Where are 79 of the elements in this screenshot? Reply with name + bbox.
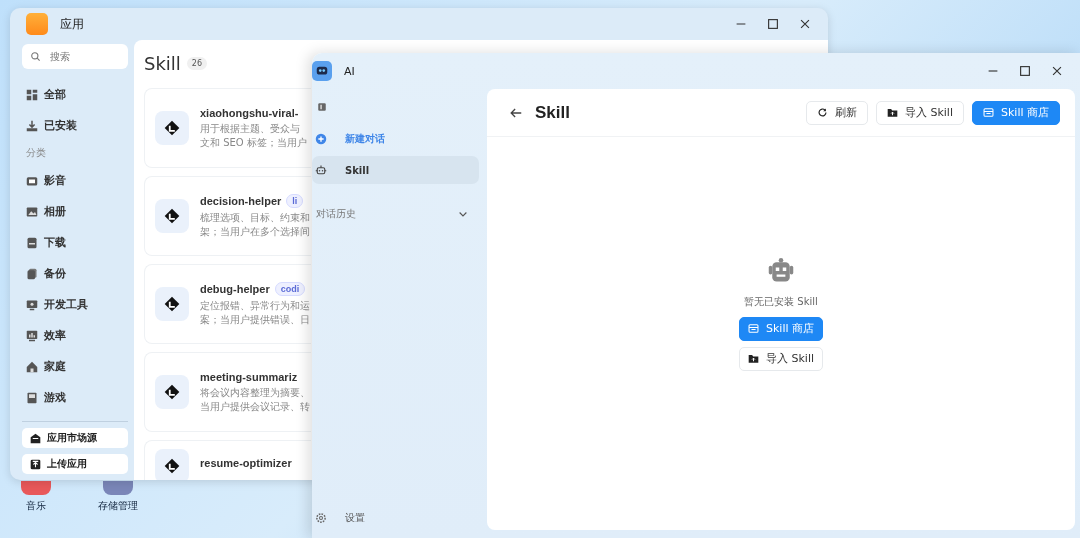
page-title: Skill xyxy=(144,52,181,74)
folder-upload-icon xyxy=(748,353,759,364)
tag-icon xyxy=(163,119,181,137)
upload-icon xyxy=(30,458,41,470)
maximize-icon xyxy=(1018,64,1032,78)
skill-card[interactable]: meeting-summariz 将会议内容整理为摘要、 当用户提供会议记录、转 xyxy=(144,352,311,432)
refresh-button[interactable]: 刷新 xyxy=(805,100,868,125)
store-icon xyxy=(748,323,759,334)
skill-name: resume-optimizer xyxy=(200,457,292,469)
monitor-icon xyxy=(26,298,38,311)
game-icon xyxy=(26,391,38,404)
app-label[interactable]: 存储管理 xyxy=(98,499,138,513)
window-title: 应用 xyxy=(60,15,84,33)
skill-card[interactable]: xiaohongshu-viral- 用于根据主题、受众与 文和 SEO 标签；当用户 xyxy=(144,88,311,168)
close-icon xyxy=(1050,64,1064,78)
chart-icon xyxy=(26,329,38,342)
tag-icon xyxy=(163,383,181,401)
tag-icon xyxy=(163,457,181,475)
skill-description: 用于根据主题、受众与 文和 SEO 标签；当用户 xyxy=(200,121,307,150)
maximize-icon xyxy=(766,17,780,31)
skill-nav-item[interactable]: Skill xyxy=(312,156,479,184)
skill-card[interactable]: decision-helper li 梳理选项、目标、约束和 架；当用户在多个选择间 xyxy=(144,176,311,256)
skill-tag: li xyxy=(286,193,304,208)
section-heading: 分类 xyxy=(25,146,47,160)
skill-description: 定位报错、异常行为和运 案；当用户提供错误、日 xyxy=(200,298,310,327)
settings-icon xyxy=(315,512,327,524)
app-label[interactable]: 音乐 xyxy=(26,499,46,513)
download-icon xyxy=(26,119,38,132)
refresh-icon xyxy=(816,107,828,118)
category-item[interactable]: 相册 xyxy=(22,196,128,227)
empty-message: 暂无已安装 Skill xyxy=(744,294,818,309)
store-button[interactable]: Skill 商店 xyxy=(739,316,823,341)
category-item[interactable]: 效率 xyxy=(22,320,128,351)
market-source-button[interactable]: 应用市场源 xyxy=(22,428,128,448)
nav-item[interactable]: 已安装 xyxy=(22,110,128,141)
category-item[interactable]: 家庭 xyxy=(22,351,128,382)
search-icon xyxy=(30,51,41,62)
skill-name: xiaohongshu-viral- xyxy=(200,106,299,119)
film-icon xyxy=(26,174,38,187)
skill-description: 梳理选项、目标、约束和 架；当用户在多个选择间 xyxy=(200,210,310,239)
plus-circle-icon xyxy=(315,133,327,145)
skill-description: 将会议内容整理为摘要、 当用户提供会议记录、转 xyxy=(200,385,310,414)
search-field[interactable]: 搜索 xyxy=(22,44,128,69)
upload-button[interactable]: 上传应用 xyxy=(22,454,128,474)
history-heading: 对话历史 xyxy=(316,207,356,221)
folder-upload-icon xyxy=(886,107,898,118)
category-item[interactable]: 影音 xyxy=(22,165,128,196)
close-icon xyxy=(798,17,812,31)
grid-icon xyxy=(26,88,38,101)
category-item[interactable]: 游戏 xyxy=(22,382,128,413)
settings-item[interactable]: 设置 xyxy=(312,506,479,530)
category-item[interactable]: 开发工具 xyxy=(22,289,128,320)
window-title: AI xyxy=(344,64,355,78)
image-icon xyxy=(26,205,38,218)
store-button[interactable]: Skill 商店 xyxy=(971,100,1060,125)
app-logo xyxy=(26,13,48,35)
archive-icon xyxy=(26,236,38,249)
page-title: Skill xyxy=(535,102,570,123)
skill-card[interactable]: debug-helper codi 定位报错、异常行为和运 案；当用户提供错误、日 xyxy=(144,264,311,344)
app-icon[interactable] xyxy=(21,481,51,495)
nav-item[interactable]: 全部 xyxy=(22,79,128,110)
tag-icon xyxy=(163,295,181,313)
skill-name: debug-helper xyxy=(200,282,270,295)
import-button[interactable]: 导入 Skill xyxy=(739,346,823,371)
robot-icon xyxy=(767,256,795,285)
category-item[interactable]: 备份 xyxy=(22,258,128,289)
app-icon[interactable] xyxy=(103,481,133,495)
import-button[interactable]: 导入 Skill xyxy=(875,100,964,125)
sidebar-toggle-icon[interactable] xyxy=(316,101,328,113)
skill-name: decision-helper xyxy=(200,194,282,207)
count-badge: 26 xyxy=(186,56,208,70)
skill-card[interactable]: resume-optimizer xyxy=(144,440,311,480)
home-icon xyxy=(26,360,38,373)
category-item[interactable]: 下载 xyxy=(22,227,128,258)
tag-icon xyxy=(163,207,181,225)
skill-tag: codi xyxy=(274,281,306,296)
robot-icon xyxy=(315,164,327,176)
store-icon xyxy=(982,107,994,118)
skill-name: meeting-summariz xyxy=(200,370,298,383)
